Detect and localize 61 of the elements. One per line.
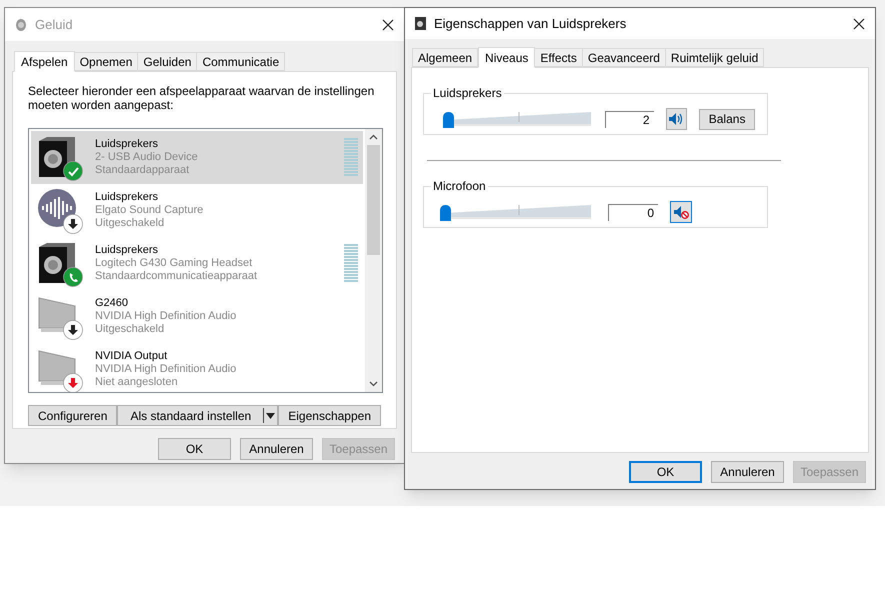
device-description: Logitech G430 Gaming Headset [95, 257, 254, 270]
tab[interactable]: Effects [534, 48, 583, 67]
phone-icon [63, 266, 83, 286]
down-arrow-icon [63, 372, 83, 392]
scrollbar[interactable] [365, 129, 382, 392]
device-item[interactable]: Luidsprekers Logitech G430 Gaming Headset Standaardcommunicatieapparaat [31, 237, 363, 290]
action-button[interactable]: Eigenschappen [278, 405, 381, 426]
instruction-text: Selecteer hieronder een afspeelapparaat waarvan de instellingen moeten worden aangepast: [28, 84, 376, 112]
action-button[interactable]: Configureren [28, 405, 118, 426]
dialog-button[interactable]: OK [158, 438, 231, 460]
tab[interactable]: Afspelen [14, 51, 75, 72]
device-name: Luidsprekers [95, 191, 159, 204]
tab[interactable]: Communicatie [196, 52, 286, 71]
balance-button[interactable]: Balans [699, 108, 756, 130]
tab[interactable]: Algemeen [412, 48, 478, 67]
dialog-button[interactable]: OK [629, 461, 702, 483]
device-status: Standaardapparaat [95, 164, 190, 177]
tab[interactable]: Geavanceerd [582, 48, 666, 67]
close-icon[interactable] [382, 18, 394, 30]
speaker-app-icon [15, 18, 27, 32]
device-item[interactable]: Luidsprekers 2- USB Audio Device Standaardapparaat [31, 131, 363, 184]
level-field[interactable]: 0 [608, 204, 658, 220]
device-name: Luidsprekers [95, 244, 159, 257]
device-name: NVIDIA Output [95, 350, 168, 363]
tab[interactable]: Geluiden [137, 52, 198, 71]
speaker-app-icon [415, 17, 426, 30]
mute-button[interactable] [670, 201, 692, 223]
check-icon [63, 160, 83, 180]
device-status: Uitgeschakeld [95, 217, 166, 230]
device-status: Niet aangesloten [95, 376, 179, 389]
tab[interactable]: Niveaus [478, 47, 536, 68]
dialog-button[interactable]: Annuleren [711, 461, 784, 483]
tab[interactable]: Opnemen [74, 52, 138, 71]
caret-icon[interactable] [264, 412, 278, 420]
device-description: Elgato Sound Capture [95, 204, 204, 217]
window-title: Geluid [35, 16, 74, 34]
tab[interactable]: Ruimtelijk geluid [664, 48, 764, 67]
scroll-down-icon[interactable] [369, 381, 378, 387]
device-name: Luidsprekers [95, 138, 159, 151]
slider-thumb[interactable] [442, 112, 454, 128]
device-description: 2- USB Audio Device [95, 151, 199, 164]
speaker-icon[interactable] [668, 112, 684, 126]
split-button[interactable]: Als standaard instellen [117, 405, 278, 426]
close-icon[interactable] [853, 18, 865, 30]
device-item[interactable]: Luidsprekers Elgato Sound Capture Uitgeschakeld [31, 184, 363, 237]
scroll-up-icon[interactable] [369, 134, 378, 140]
device-status: Standaardcommunicatieapparaat [95, 270, 258, 283]
window-title: Eigenschappen van Luidsprekers [434, 14, 628, 33]
level-field[interactable]: 2 [604, 110, 654, 128]
muted-speaker-icon[interactable] [673, 205, 689, 219]
device-item[interactable]: NVIDIA Output NVIDIA High Definition Audio Niet aangesloten [31, 343, 363, 392]
group-label: Microfoon [431, 179, 488, 193]
device-status: Uitgeschakeld [95, 323, 166, 336]
mute-button[interactable] [666, 108, 688, 130]
device-description: NVIDIA High Definition Audio [95, 363, 238, 376]
device-description: NVIDIA High Definition Audio [95, 310, 238, 323]
group-label: Luidsprekers [431, 86, 504, 100]
dialog-button[interactable]: Annuleren [240, 438, 313, 460]
device-name: G2460 [95, 297, 130, 310]
device-item[interactable]: G2460 NVIDIA High Definition Audio Uitgeschakeld [31, 290, 363, 343]
slider-thumb[interactable] [440, 205, 451, 221]
